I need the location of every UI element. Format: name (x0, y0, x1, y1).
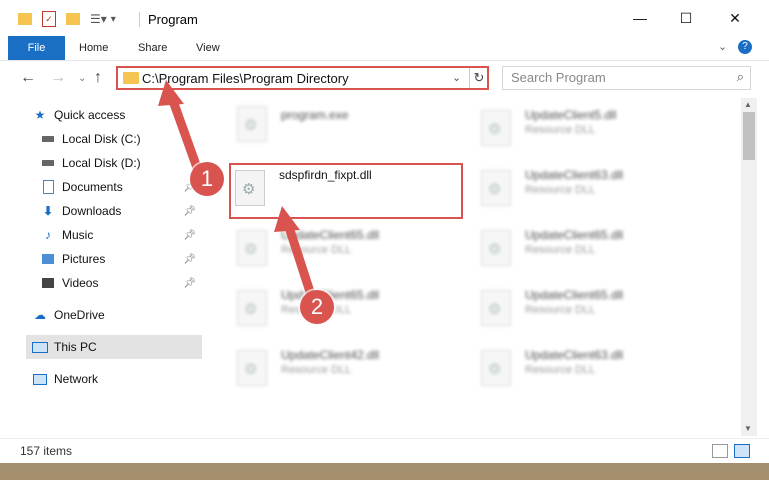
annotation-arrows (158, 80, 317, 303)
arrowhead-icon (274, 206, 300, 232)
arrowhead-icon (158, 80, 184, 106)
arrow-to-selected-file (283, 219, 317, 303)
step-badge-2: 2 (300, 290, 334, 324)
step-badge-1: 1 (190, 162, 224, 196)
arrow-to-address-bar (167, 93, 205, 181)
